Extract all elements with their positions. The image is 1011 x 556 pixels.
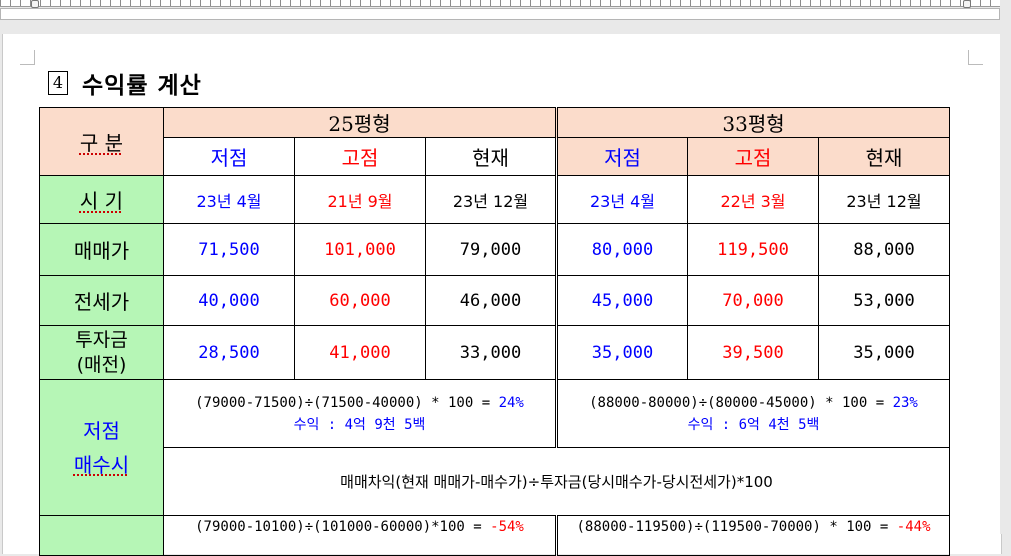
group-header-25: 25평형 xyxy=(163,107,557,138)
formula-low-33-line: (88000-80000)÷(80000-45000) * 100 = 23% xyxy=(558,392,949,414)
low-buy-label-line1: 저점 xyxy=(83,418,120,443)
low-buy-label-line2-wrap: 매수시 xyxy=(40,448,163,482)
left-indent-marker[interactable] xyxy=(31,0,39,8)
table-cell: 101,000 xyxy=(294,223,426,276)
table-cell: 23년 4월 xyxy=(555,175,688,224)
table-cell: 80,000 xyxy=(555,223,688,276)
table-cell: 88,000 xyxy=(818,223,950,276)
formula-text: (79000-71500)÷(71500-40000) * 100 = xyxy=(195,394,499,411)
table-cell: 22년 3월 xyxy=(687,175,819,224)
table-cell: 119,500 xyxy=(687,223,819,276)
formula-text: (88000-80000)÷(80000-45000) * 100 = xyxy=(589,394,893,411)
table-cell: 53,000 xyxy=(818,275,950,326)
row-label-high-buy xyxy=(39,515,164,556)
row-label-jeonse: 전세가 xyxy=(39,275,164,326)
section-title: 수익률 계산 xyxy=(82,73,202,99)
subheader-low-33: 저점 xyxy=(555,137,688,176)
table-cell: 46,000 xyxy=(425,275,557,326)
table-cell: 23년 12월 xyxy=(818,175,950,224)
formula-text: (88000-119500)÷(119500-70000) * 100 = xyxy=(576,519,897,535)
page-gutter xyxy=(1000,34,1011,534)
table-cell: 28,500 xyxy=(163,325,295,380)
formula-low-25-line: (79000-71500)÷(71500-40000) * 100 = 24% xyxy=(164,392,555,414)
low-buy-label-line2: 매수시 xyxy=(73,452,130,477)
investment-label-line1: 투자금 xyxy=(75,328,128,351)
formula-low-25: (79000-71500)÷(71500-40000) * 100 = 24% … xyxy=(163,379,557,448)
ruler xyxy=(0,0,1011,20)
profit-text: 수익 : 6억 4천 5백 xyxy=(687,416,820,433)
section-heading: 4 수익률 계산 xyxy=(48,66,202,100)
return-percent: -44% xyxy=(896,519,931,535)
formula-text: (79000-10100)÷(101000-60000)*100 = xyxy=(195,519,491,535)
group-label-cell: 구 분 xyxy=(39,107,164,176)
row-label-period: 시 기 xyxy=(39,175,164,224)
return-percent: 23% xyxy=(892,394,918,411)
section-number-box: 4 xyxy=(48,71,68,95)
table-cell: 40,000 xyxy=(163,275,295,326)
subheader-high-25: 고점 xyxy=(294,137,426,176)
table-cell: 35,000 xyxy=(555,325,688,380)
right-indent-marker[interactable] xyxy=(963,0,971,8)
ruler-band xyxy=(0,8,1000,20)
profit-table: 구 분 25평형 33평형 저점 고점 현재 저점 고점 현재 시 기 23년 … xyxy=(39,107,950,556)
formula-high-33: (88000-119500)÷(119500-70000) * 100 = -4… xyxy=(555,515,950,556)
table-cell: 41,000 xyxy=(294,325,426,380)
subheader-high-33: 고점 xyxy=(687,137,819,176)
return-percent: -54% xyxy=(490,519,524,535)
period-label: 시 기 xyxy=(79,189,124,213)
table-cell: 71,500 xyxy=(163,223,295,276)
table-cell: 60,000 xyxy=(294,275,426,326)
general-formula: 매매차익(현재 매매가-매수가)÷투자금(당시매수가-당시전세가)*100 xyxy=(163,447,950,516)
table-cell: 39,500 xyxy=(687,325,819,380)
return-percent: 24% xyxy=(498,394,524,411)
table-cell: 35,000 xyxy=(818,325,950,380)
investment-label-line2: (매전) xyxy=(76,353,127,376)
row-label-low-buy: 저점 매수시 xyxy=(39,379,164,516)
table-cell: 79,000 xyxy=(425,223,557,276)
group-label: 구 분 xyxy=(79,131,124,155)
table-cell: 33,000 xyxy=(425,325,557,380)
subheader-now-33: 현재 xyxy=(818,137,950,176)
table-cell: 21년 9월 xyxy=(294,175,426,224)
group-header-33: 33평형 xyxy=(555,107,950,138)
ruler-ticks xyxy=(0,0,1000,7)
crop-mark-left xyxy=(20,50,35,65)
crop-mark-right xyxy=(968,50,983,65)
subheader-low-25: 저점 xyxy=(163,137,295,176)
row-label-investment: 투자금 (매전) xyxy=(39,325,164,380)
table-cell: 70,000 xyxy=(687,275,819,326)
formula-high-25: (79000-10100)÷(101000-60000)*100 = -54% xyxy=(163,515,557,556)
table-cell: 23년 12월 xyxy=(425,175,557,224)
row-label-price: 매매가 xyxy=(39,223,164,276)
table-cell: 23년 4월 xyxy=(163,175,295,224)
profit-text: 수익 : 4억 9천 5백 xyxy=(293,416,426,433)
formula-low-33: (88000-80000)÷(80000-45000) * 100 = 23% … xyxy=(555,379,950,448)
table-cell: 45,000 xyxy=(555,275,688,326)
subheader-now-25: 현재 xyxy=(425,137,557,176)
